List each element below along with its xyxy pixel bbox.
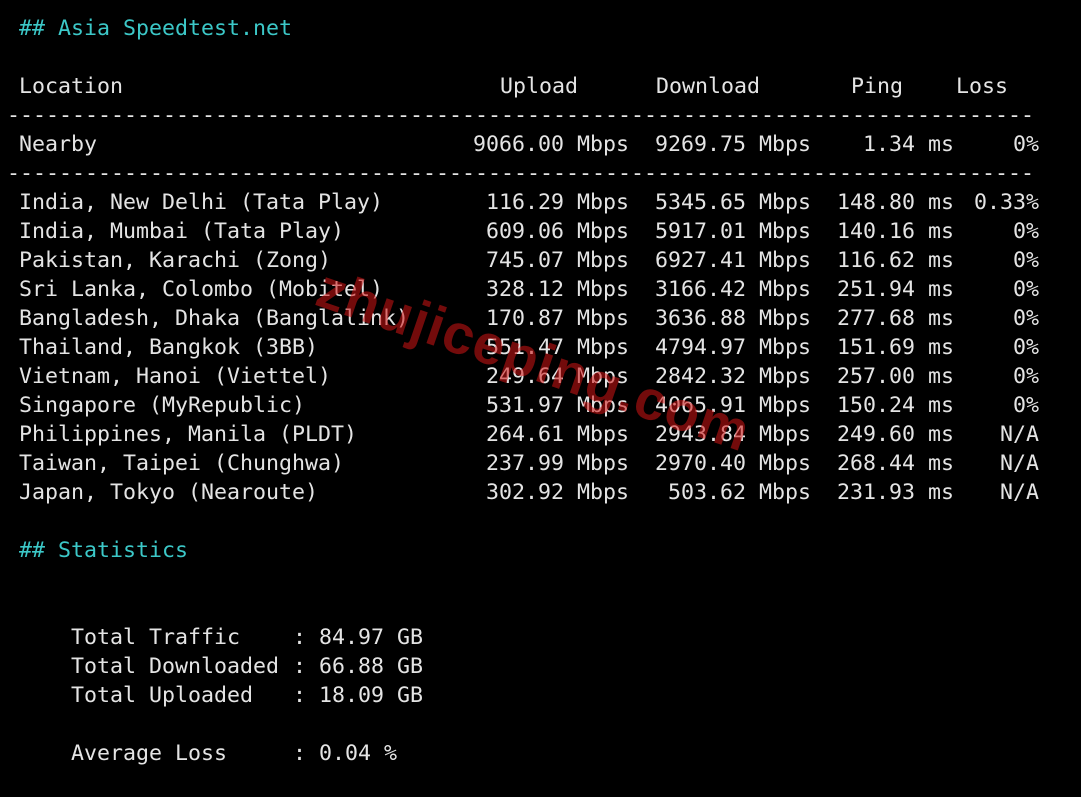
cell-ping: 251.94 ms [836, 277, 954, 302]
cell-ping: 140.16 ms [836, 219, 954, 244]
table-row: India, Mumbai (Tata Play) 609.06 Mbps 59… [19, 217, 1059, 246]
cell-ping: 116.62 ms [836, 248, 954, 273]
table-row: Philippines, Manila (PLDT) 264.61 Mbps 2… [19, 420, 1059, 449]
cell-location: India, New Delhi (Tata Play) [19, 190, 384, 215]
cell-loss: 0% [1012, 248, 1039, 273]
stat-value: : 18.09 GB [293, 683, 424, 708]
cell-location: India, Mumbai (Tata Play) [19, 219, 345, 244]
cell-location: Taiwan, Taipei (Chunghwa) [19, 451, 345, 476]
cell-location: Thailand, Bangkok (3BB) [19, 335, 319, 360]
cell-loss: 0% [1012, 335, 1039, 360]
table-row: India, New Delhi (Tata Play) 116.29 Mbps… [19, 188, 1059, 217]
cell-download: 5345.65 Mbps [654, 190, 811, 215]
cell-upload: 328.12 Mbps [485, 277, 629, 302]
stat-total-traffic: Total Traffic: 84.97 GB [19, 594, 423, 650]
stat-total-uploaded: Total Uploaded : 18.09 GB [19, 652, 423, 708]
cell-loss: 0% [1012, 132, 1039, 157]
cell-download: 4794.97 Mbps [654, 335, 811, 360]
statistics-title: ## Statistics [19, 538, 189, 563]
cell-loss: 0% [1012, 393, 1039, 418]
cell-upload: 302.92 Mbps [485, 480, 629, 505]
cell-upload: 745.07 Mbps [485, 248, 629, 273]
cell-location: Philippines, Manila (PLDT) [19, 422, 358, 447]
stat-label: Total Uploaded [71, 683, 254, 708]
table-row-nearby: Nearby 9066.00 Mbps 9269.75 Mbps 1.34 ms… [19, 130, 1059, 159]
stat-value: : 0.04 % [293, 741, 398, 766]
cell-location: Nearby [19, 132, 98, 157]
table-row: Taiwan, Taipei (Chunghwa) 237.99 Mbps 29… [19, 449, 1059, 478]
table-row: Sri Lanka, Colombo (Mobitel) 328.12 Mbps… [19, 275, 1059, 304]
column-header-ping: Ping [851, 74, 904, 99]
cell-ping: 1.34 ms [862, 132, 954, 157]
cell-location: Pakistan, Karachi (Zong) [19, 248, 332, 273]
cell-loss: 0% [1012, 364, 1039, 389]
cell-loss: 0% [1012, 277, 1039, 302]
separator-line: ----------------------------------------… [7, 103, 1033, 128]
cell-location: Singapore (MyRepublic) [19, 393, 306, 418]
cell-ping: 150.24 ms [836, 393, 954, 418]
table-header: Location Upload Download Ping Loss [19, 72, 1059, 101]
cell-ping: 231.93 ms [836, 480, 954, 505]
cell-download: 3166.42 Mbps [654, 277, 811, 302]
cell-loss: 0% [1012, 219, 1039, 244]
cell-location: Vietnam, Hanoi (Viettel) [19, 364, 332, 389]
cell-loss: N/A [999, 422, 1039, 447]
cell-ping: 148.80 ms [836, 190, 954, 215]
table-row: Japan, Tokyo (Nearoute) 302.92 Mbps 503.… [19, 478, 1059, 507]
stat-average-loss: Average Loss : 0.04 % [19, 710, 397, 766]
cell-upload: 9066.00 Mbps [472, 132, 629, 157]
cell-upload: 609.06 Mbps [485, 219, 629, 244]
column-header-location: Location [19, 74, 124, 99]
cell-ping: 151.69 ms [836, 335, 954, 360]
cell-ping: 249.60 ms [836, 422, 954, 447]
cell-ping: 257.00 ms [836, 364, 954, 389]
cell-ping: 277.68 ms [836, 306, 954, 331]
cell-loss: N/A [999, 480, 1039, 505]
cell-download: 3636.88 Mbps [654, 306, 811, 331]
cell-upload: 116.29 Mbps [485, 190, 629, 215]
cell-download: 5917.01 Mbps [654, 219, 811, 244]
cell-ping: 268.44 ms [836, 451, 954, 476]
stat-label: Average Loss [71, 741, 228, 766]
column-header-loss: Loss [956, 74, 1009, 99]
separator-line: ----------------------------------------… [7, 161, 1033, 186]
cell-upload: 237.99 Mbps [485, 451, 629, 476]
stat-total-downloaded: Total Downloaded: 66.88 GB [19, 623, 423, 679]
cell-location: Japan, Tokyo (Nearoute) [19, 480, 319, 505]
cell-download: 503.62 Mbps [667, 480, 811, 505]
cell-loss: N/A [999, 451, 1039, 476]
cell-loss: 0% [1012, 306, 1039, 331]
column-header-upload: Upload [500, 74, 579, 99]
cell-download: 6927.41 Mbps [654, 248, 811, 273]
cell-download: 9269.75 Mbps [654, 132, 811, 157]
cell-upload: 264.61 Mbps [485, 422, 629, 447]
section-title: ## Asia Speedtest.net [19, 16, 293, 41]
cell-loss: 0.33% [973, 190, 1039, 215]
column-header-download: Download [656, 74, 761, 99]
table-row: Pakistan, Karachi (Zong) 745.07 Mbps 692… [19, 246, 1059, 275]
